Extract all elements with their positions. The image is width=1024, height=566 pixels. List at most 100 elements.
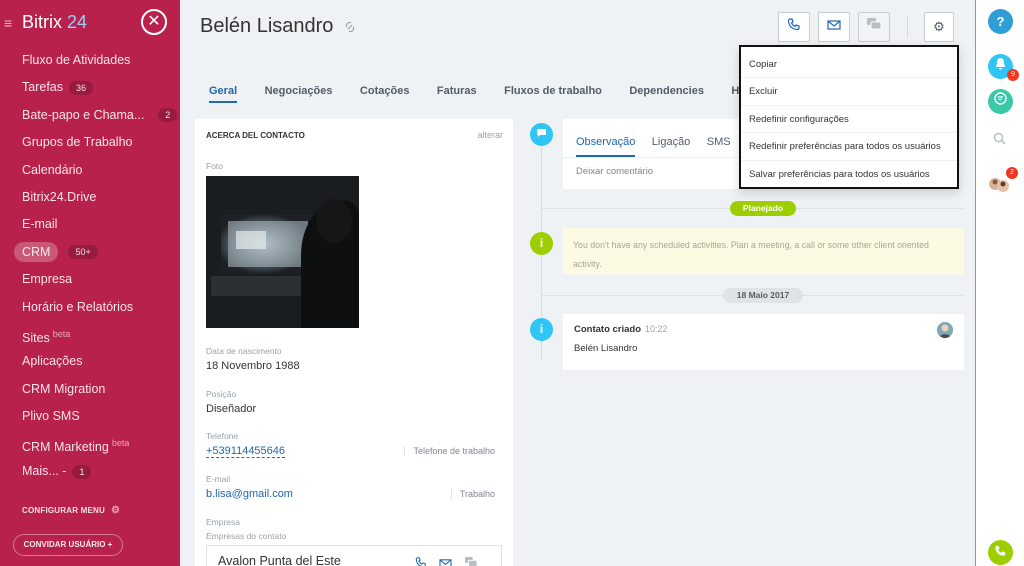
configure-menu-link[interactable]: CONFIGURAR MENU ⚙ [22, 505, 120, 516]
counter-badge: 36 [69, 81, 94, 96]
sidebar-item-crm-migration[interactable]: CRM Migration [0, 376, 180, 403]
gear-icon: ⚙ [933, 19, 945, 34]
sidebar-item-activity-stream[interactable]: Fluxo de Atividades [0, 47, 180, 74]
chat-icon [866, 18, 882, 34]
tab-comment[interactable]: Observação [576, 136, 636, 157]
call-button[interactable] [778, 12, 810, 42]
invite-users-button[interactable]: CONVIDAR USUÁRIO + [13, 534, 123, 556]
sidebar-item-label: Aplicações [22, 354, 83, 369]
sidebar-item-label: Horário e Relatórios [22, 299, 134, 314]
sidebar-item-workgroups[interactable]: Grupos de Trabalho [0, 129, 180, 156]
left-sidebar: ≡ Bitrix 24 ✕ Fluxo de Atividades Tarefas… [0, 0, 180, 566]
birthdate-label: Data de nascimento [206, 346, 282, 356]
email-link[interactable]: b.lisa@gmail.com [206, 488, 293, 500]
sidebar-item-label: Grupos de Trabalho [22, 135, 133, 150]
sidebar-item-tasks[interactable]: Tarefas 36 [0, 74, 180, 101]
comment-icon [530, 123, 553, 146]
tab-sms[interactable]: SMS [707, 136, 731, 155]
menu-item-copy[interactable]: Copiar [741, 51, 957, 79]
tab-quotes[interactable]: Cotações [360, 85, 410, 101]
sidebar-item-label: CRM [14, 241, 59, 262]
company-sub-label: Empresas do contato [206, 531, 287, 541]
contact-photo[interactable] [206, 176, 359, 328]
email-type: Trabalho [450, 489, 495, 499]
activity-editor: Observação Ligação SMS Deixar comentário [563, 119, 743, 189]
sidebar-item-label: Fluxo de Atividades [22, 53, 131, 67]
mail-icon[interactable] [439, 556, 452, 566]
header-divider [907, 16, 908, 38]
chat-icon[interactable] [464, 555, 478, 566]
close-slider-button[interactable]: ✕ [141, 9, 167, 35]
tab-invoices[interactable]: Faturas [437, 85, 477, 101]
sidebar-item-more[interactable]: Mais... - 1 [0, 458, 180, 485]
call-widget-button[interactable] [988, 540, 1013, 565]
menu-item-save-for-all[interactable]: Salvar preferências para todos os usuári… [741, 161, 957, 188]
sidebar-item-label: Bitrix24.Drive [22, 189, 97, 204]
sidebar-item-label: Tarefas [22, 80, 63, 95]
sidebar-item-label: Mais... - [22, 463, 67, 478]
menu-item-reset-settings[interactable]: Redefinir configurações [741, 106, 957, 134]
chat-widget-button[interactable] [988, 89, 1013, 114]
edit-link[interactable]: alterar [477, 130, 503, 140]
close-icon: ✕ [147, 13, 161, 30]
brand-logo[interactable]: ≡ Bitrix 24 [4, 10, 87, 34]
section-title: ACERCA DEL CONTACTO [206, 131, 305, 140]
sidebar-item-label: CRM Migration [22, 381, 106, 396]
sidebar-item-label: Plivo SMS [22, 409, 80, 424]
settings-menu: Copiar Excluir Redefinir configurações R… [739, 45, 959, 189]
menu-item-reset-for-all[interactable]: Redefinir preferências para todos os usu… [741, 133, 957, 161]
sidebar-item-sites[interactable]: Sites beta [0, 321, 180, 348]
menu-item-delete[interactable]: Excluir [741, 78, 957, 106]
beta-label: beta [52, 328, 71, 339]
tab-dependencies[interactable]: Dependencies [629, 85, 704, 101]
brand-prefix: Bitrix [22, 12, 62, 32]
chat-icon [993, 92, 1008, 109]
birthdate-value: 18 Novembro 1988 [206, 360, 300, 372]
sidebar-item-calendar[interactable]: Calendário [0, 157, 180, 184]
sidebar-item-time-reports[interactable]: Horário e Relatórios [0, 294, 180, 321]
sidebar-item-company[interactable]: Empresa [0, 266, 180, 293]
counter-badge: 2 [158, 108, 178, 123]
sidebar-item-email[interactable]: E-mail [0, 211, 180, 238]
tab-call[interactable]: Ligação [652, 136, 691, 155]
invite-users-label: CONVIDAR USUÁRIO [23, 540, 106, 549]
info-icon: i [530, 318, 553, 341]
divider [563, 157, 743, 158]
sidebar-item-crm[interactable]: CRM 50+ [0, 239, 180, 266]
detail-tabs: Geral Negociações Cotações Faturas Fluxo… [209, 81, 772, 103]
timeline-event[interactable]: Contato criado 10:22 Belén Lisandro [563, 314, 964, 370]
search-icon[interactable] [993, 132, 1006, 150]
brand-suffix: 24 [67, 12, 88, 32]
sidebar-item-plivo-sms[interactable]: Plivo SMS [0, 403, 180, 430]
avatar[interactable] [937, 322, 953, 338]
sidebar-item-label: Sites [22, 331, 50, 346]
help-button[interactable]: ? [988, 9, 1013, 34]
page-title: Belén Lisandro [200, 15, 334, 37]
phone-icon [787, 18, 801, 34]
photo-label: Foto [206, 161, 224, 171]
phone-icon [994, 545, 1007, 560]
event-title-row: Contato criado 10:22 [574, 324, 668, 335]
comment-input[interactable]: Deixar comentário [576, 166, 653, 177]
tab-general[interactable]: Geral [209, 85, 238, 103]
company-card[interactable]: Avalon Punta del Este [206, 545, 502, 566]
menu-icon[interactable]: ≡ [4, 11, 18, 35]
position-label: Posição [206, 389, 237, 399]
link-icon[interactable] [345, 21, 355, 35]
mail-icon [827, 19, 841, 34]
event-time: 10:22 [645, 324, 668, 334]
phone-link[interactable]: +539114455646 [206, 445, 286, 458]
email-button[interactable] [818, 12, 850, 42]
sidebar-item-chat-calls[interactable]: Bate-papo e Chama... 2 [0, 102, 180, 129]
phone-icon[interactable] [415, 555, 427, 566]
counter-badge: 50+ [68, 245, 98, 260]
sidebar-item-drive[interactable]: Bitrix24.Drive [0, 184, 180, 211]
chat-button[interactable] [858, 12, 890, 42]
sidebar-item-applications[interactable]: Aplicações [0, 348, 180, 375]
configure-menu-label: CONFIGURAR MENU [22, 506, 105, 515]
tab-deals[interactable]: Negociações [265, 85, 333, 101]
settings-button[interactable]: ⚙ [924, 12, 954, 42]
tab-workflows[interactable]: Fluxos de trabalho [504, 85, 602, 101]
gear-icon: ⚙ [111, 505, 121, 516]
sidebar-item-crm-marketing[interactable]: CRM Marketing beta [0, 430, 180, 457]
